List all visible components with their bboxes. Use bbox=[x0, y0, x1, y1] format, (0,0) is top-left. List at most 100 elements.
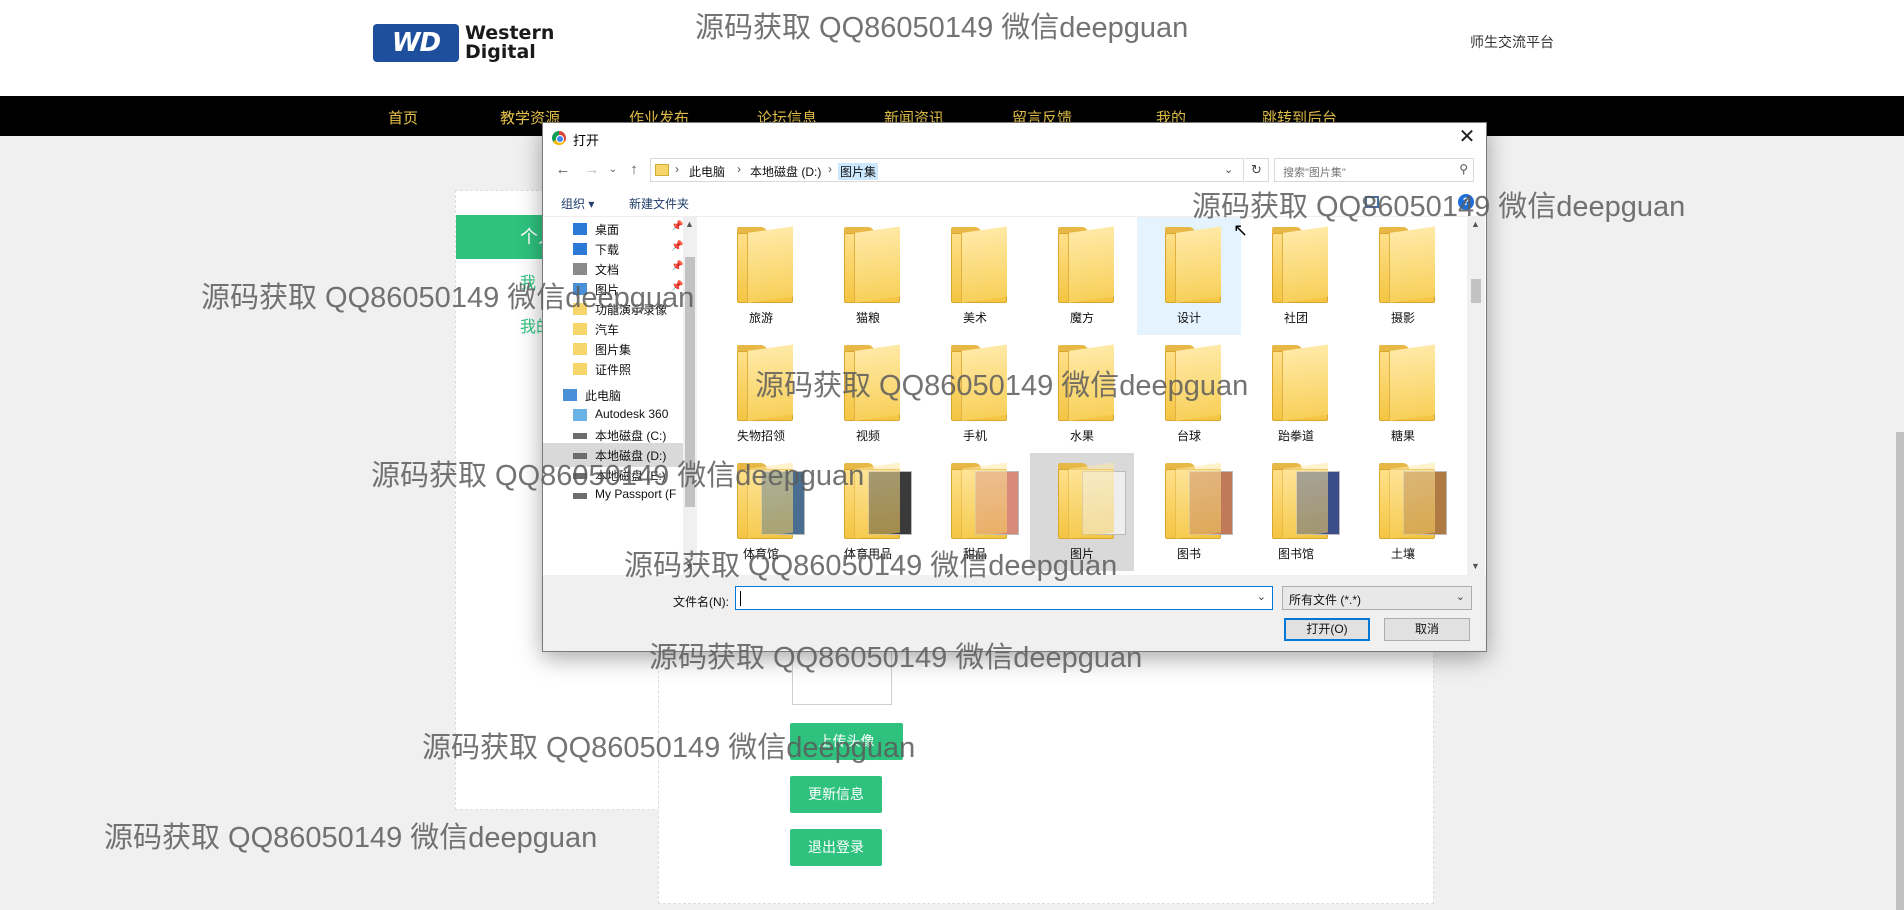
filename-input[interactable]: ⌄ bbox=[735, 586, 1273, 610]
folder-item[interactable]: 旅游 bbox=[709, 217, 813, 335]
folder-item[interactable]: 跆拳道 bbox=[1244, 335, 1348, 453]
tree-item[interactable]: 证件照 bbox=[543, 357, 683, 381]
view-options-icon[interactable] bbox=[1365, 196, 1379, 208]
folder-label: 台球 bbox=[1176, 429, 1201, 443]
logout-button[interactable]: 退出登录 bbox=[790, 829, 882, 866]
folder-item[interactable]: 图书 bbox=[1137, 453, 1241, 571]
folder-icon bbox=[1165, 344, 1221, 421]
tree-scrollbar[interactable]: ▲ ▼ bbox=[683, 217, 697, 575]
folder-icon bbox=[737, 462, 805, 539]
folder-label: 图片 bbox=[1069, 547, 1094, 561]
folder-item[interactable]: 甜品 bbox=[923, 453, 1027, 571]
folder-label: 体育用品 bbox=[843, 547, 892, 561]
organize-menu[interactable]: 组织 ▾ bbox=[561, 195, 594, 212]
address-dropdown-icon[interactable]: ⌄ bbox=[1224, 163, 1233, 176]
folder-item[interactable]: 设计 bbox=[1137, 217, 1241, 335]
up-arrow-icon[interactable]: ↑ bbox=[625, 161, 643, 178]
filetype-select[interactable]: 所有文件 (*.*) ⌄ bbox=[1282, 586, 1472, 610]
folder-icon bbox=[1272, 344, 1328, 421]
mouse-cursor-icon: ↖ bbox=[1233, 220, 1249, 240]
search-input[interactable]: 搜索"图片集" ⚲ bbox=[1274, 158, 1474, 182]
folder-icon bbox=[844, 462, 912, 539]
folder-label: 甜品 bbox=[962, 547, 987, 561]
address-bar[interactable]: › 此电脑 › 本地磁盘 (D:) › 图片集 ⌄ bbox=[650, 158, 1244, 182]
forward-arrow-icon[interactable]: → bbox=[583, 161, 601, 178]
scroll-up-icon[interactable]: ▲ bbox=[1471, 219, 1480, 229]
folder-item[interactable]: 美术 bbox=[923, 217, 1027, 335]
folder-item[interactable]: 土壤 bbox=[1351, 453, 1455, 571]
left-link-1[interactable]: 我 bbox=[520, 269, 536, 293]
cloud-icon bbox=[573, 409, 587, 421]
tree-scrollbar-thumb[interactable] bbox=[685, 257, 695, 507]
dialog-titlebar[interactable]: 打开 ✕ bbox=[543, 123, 1486, 153]
drive-icon bbox=[573, 453, 587, 459]
folder-item[interactable]: 失物招领 bbox=[709, 335, 813, 453]
folder-label: 跆拳道 bbox=[1277, 429, 1314, 443]
folder-item[interactable]: 社团 bbox=[1244, 217, 1348, 335]
breadcrumb-this-pc[interactable]: 此电脑 bbox=[689, 163, 725, 180]
back-arrow-icon[interactable]: ← bbox=[554, 161, 572, 178]
recent-dropdown-icon[interactable]: ⌄ bbox=[604, 164, 622, 175]
scroll-down-icon[interactable]: ▼ bbox=[685, 561, 694, 571]
open-button[interactable]: 打开(O) bbox=[1284, 618, 1370, 641]
folder-item[interactable]: 手机 bbox=[923, 335, 1027, 453]
folder-item[interactable]: 水果 bbox=[1030, 335, 1134, 453]
folder-item[interactable]: 魔方 bbox=[1030, 217, 1134, 335]
tree-item-label: 本地磁盘 (D:) bbox=[595, 449, 667, 463]
breadcrumb-drive-d[interactable]: 本地磁盘 (D:) bbox=[750, 163, 821, 180]
tree-item-label: 文档 bbox=[595, 263, 620, 277]
folder-icon bbox=[655, 164, 669, 176]
search-placeholder: 搜索"图片集" bbox=[1283, 167, 1346, 179]
nav-item-home[interactable]: 首页 bbox=[388, 107, 418, 128]
folder-label: 土壤 bbox=[1390, 547, 1415, 561]
update-info-button[interactable]: 更新信息 bbox=[790, 776, 882, 813]
site-logo[interactable]: WD Western Digital bbox=[373, 24, 554, 62]
page-scrollbar-thumb[interactable] bbox=[1896, 432, 1904, 910]
folder-item[interactable]: 糖果 bbox=[1351, 335, 1455, 453]
file-grid-scrollbar[interactable]: ▲ ▼ bbox=[1467, 217, 1485, 575]
cancel-button[interactable]: 取消 bbox=[1384, 618, 1470, 641]
folder-icon bbox=[737, 344, 793, 421]
chevron-down-icon[interactable]: ⌄ bbox=[1257, 590, 1266, 603]
folder-item[interactable]: 图书馆 bbox=[1244, 453, 1348, 571]
close-icon[interactable]: ✕ bbox=[1452, 125, 1482, 151]
tree-item-label: 图片集 bbox=[595, 343, 632, 357]
pin-icon: 📌 bbox=[671, 221, 683, 232]
upload-avatar-button[interactable]: 上传头像 bbox=[790, 723, 903, 760]
folder-icon bbox=[1379, 344, 1435, 421]
breadcrumb-separator-icon: › bbox=[737, 162, 741, 176]
folder-item[interactable]: 图片 bbox=[1030, 453, 1134, 571]
command-bar: 组织 ▾ 新建文件夹 ? bbox=[543, 187, 1486, 217]
scroll-down-icon[interactable]: ▼ bbox=[1471, 561, 1480, 571]
chrome-icon bbox=[552, 131, 566, 145]
tree-item-label: 汽车 bbox=[595, 323, 620, 337]
folder-item[interactable]: 台球 bbox=[1137, 335, 1241, 453]
tree-item[interactable]: My Passport (F bbox=[543, 483, 683, 507]
drive-icon bbox=[573, 493, 587, 499]
folder-icon bbox=[951, 226, 1007, 303]
folder-icon bbox=[1058, 462, 1126, 539]
folder-label: 体育馆 bbox=[742, 547, 779, 561]
folder-label: 视频 bbox=[855, 429, 880, 443]
refresh-icon[interactable]: ↻ bbox=[1245, 158, 1269, 182]
new-folder-button[interactable]: 新建文件夹 bbox=[629, 195, 689, 212]
folder-icon bbox=[573, 363, 587, 375]
tree-item-label: 证件照 bbox=[595, 363, 632, 377]
file-grid-scrollbar-thumb[interactable] bbox=[1471, 279, 1481, 303]
folder-icon bbox=[573, 323, 587, 335]
chevron-down-icon: ⌄ bbox=[1455, 591, 1465, 603]
folder-icon bbox=[573, 343, 587, 355]
folder-icon bbox=[1379, 462, 1447, 539]
folder-item[interactable]: 猫粮 bbox=[816, 217, 920, 335]
folder-label: 图书 bbox=[1176, 547, 1201, 561]
folder-label: 水果 bbox=[1069, 429, 1094, 443]
folder-item[interactable]: 摄影 bbox=[1351, 217, 1455, 335]
help-icon[interactable]: ? bbox=[1458, 194, 1474, 210]
breadcrumb-current-folder[interactable]: 图片集 bbox=[838, 163, 879, 180]
folder-item[interactable]: 体育馆 bbox=[709, 453, 813, 571]
scroll-up-icon[interactable]: ▲ bbox=[685, 219, 694, 229]
folder-item[interactable]: 体育用品 bbox=[816, 453, 920, 571]
folder-label: 失物招领 bbox=[736, 429, 785, 443]
pin-icon: 📌 bbox=[671, 241, 683, 252]
folder-item[interactable]: 视频 bbox=[816, 335, 920, 453]
